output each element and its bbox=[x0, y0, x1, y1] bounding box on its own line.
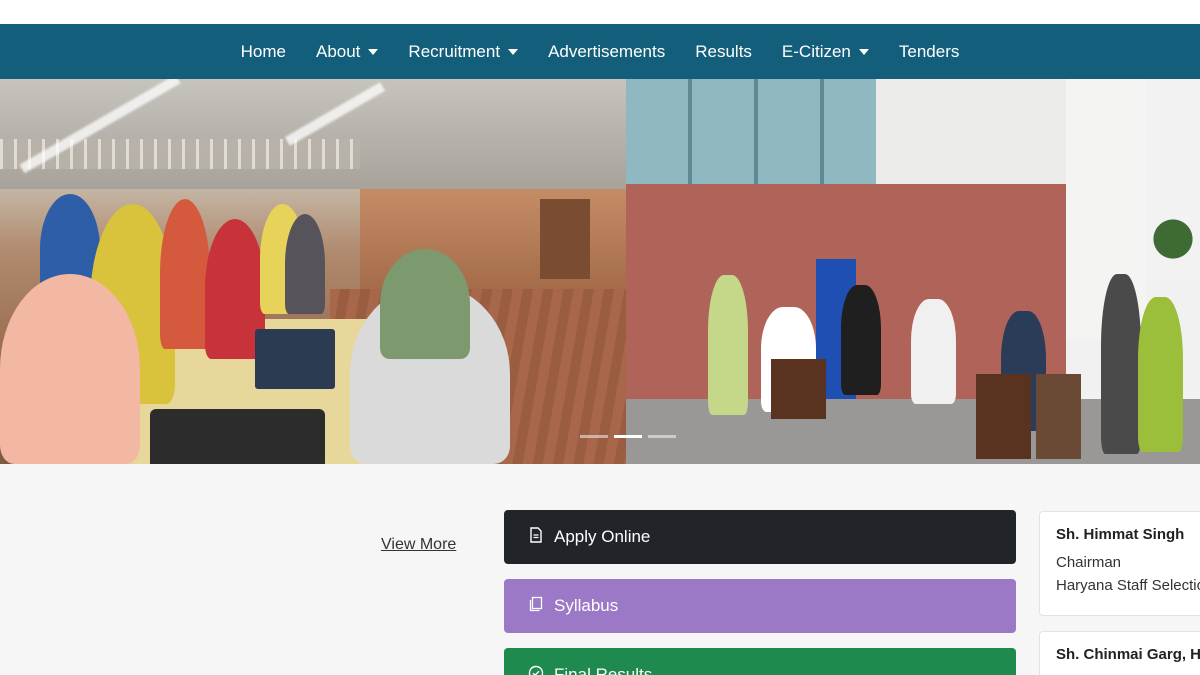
nav-recruitment[interactable]: Recruitment bbox=[408, 41, 519, 62]
caret-down-icon bbox=[858, 48, 869, 55]
nav-tenders-label: Tenders bbox=[898, 41, 960, 61]
copy-icon bbox=[528, 596, 544, 616]
wooden-chair bbox=[771, 359, 826, 419]
carousel-indicator-1[interactable] bbox=[580, 435, 608, 438]
person-figure bbox=[285, 214, 325, 314]
syllabus-button[interactable]: Syllabus bbox=[504, 579, 1016, 633]
nav-e-citizen[interactable]: E-Citizen bbox=[782, 42, 869, 62]
bag-object bbox=[150, 409, 325, 464]
carousel-indicator-2[interactable] bbox=[614, 435, 642, 438]
apply-online-label: Apply Online bbox=[554, 527, 651, 546]
official-card: Sh. Himmat Singh Chairman Haryana Staff … bbox=[1039, 511, 1200, 616]
person-figure bbox=[1138, 297, 1183, 452]
nav-home[interactable]: Home bbox=[241, 42, 286, 62]
nav-results-label: Results bbox=[695, 41, 752, 61]
check-circle-icon bbox=[528, 665, 544, 675]
laptop-object bbox=[255, 329, 335, 389]
syllabus-label: Syllabus bbox=[554, 596, 619, 615]
final-results-button[interactable]: Final Results bbox=[504, 648, 1016, 675]
caret-down-icon bbox=[508, 48, 519, 55]
caret-down-icon bbox=[368, 48, 379, 55]
wooden-chair bbox=[976, 374, 1031, 459]
official-card: Sh. Chinmai Garg, H bbox=[1039, 631, 1200, 675]
carousel-indicator-3[interactable] bbox=[648, 435, 676, 438]
person-figure bbox=[0, 274, 140, 464]
nav-tenders[interactable]: Tenders bbox=[899, 42, 959, 62]
official-role: Chairman bbox=[1056, 554, 1122, 571]
official-name: Sh. Chinmai Garg, H bbox=[1056, 646, 1200, 663]
palm-tree bbox=[1146, 199, 1200, 279]
hall-ceiling bbox=[0, 79, 626, 189]
wooden-table bbox=[1036, 374, 1081, 459]
person-figure bbox=[1101, 274, 1141, 454]
official-name: Sh. Himmat Singh bbox=[1056, 526, 1185, 543]
official-organization: Haryana Staff Selection Commission bbox=[1056, 577, 1200, 594]
person-figure bbox=[911, 299, 956, 404]
carousel-indicators bbox=[580, 435, 676, 438]
nav-advertisements-label: Advertisements bbox=[548, 41, 666, 61]
nav-about-label: About bbox=[315, 41, 361, 61]
final-results-label: Final Results bbox=[554, 665, 653, 675]
hero-carousel[interactable] bbox=[0, 79, 1200, 464]
person-figure bbox=[841, 285, 881, 395]
person-figure bbox=[380, 249, 470, 359]
nav-home-label: Home bbox=[240, 41, 286, 61]
nav-e-citizen-label: E-Citizen bbox=[781, 41, 851, 61]
apply-online-button[interactable]: Apply Online bbox=[504, 510, 1016, 564]
nav-recruitment-label: Recruitment bbox=[408, 41, 501, 61]
nav-about[interactable]: About bbox=[315, 41, 379, 62]
nav-advertisements[interactable]: Advertisements bbox=[548, 42, 665, 62]
main-navbar: Home About Recruitment Advertisements Re… bbox=[0, 24, 1200, 79]
slide-photo-building bbox=[626, 79, 1200, 464]
top-strip bbox=[0, 0, 1200, 24]
document-icon bbox=[528, 527, 544, 547]
person-figure bbox=[708, 275, 748, 415]
building-white-facade bbox=[876, 79, 1086, 184]
hall-door bbox=[540, 199, 590, 279]
nav-results[interactable]: Results bbox=[695, 42, 752, 62]
slide-photo-exam-hall bbox=[0, 79, 626, 464]
view-more-link[interactable]: View More bbox=[381, 536, 456, 554]
person-figure bbox=[160, 199, 210, 349]
